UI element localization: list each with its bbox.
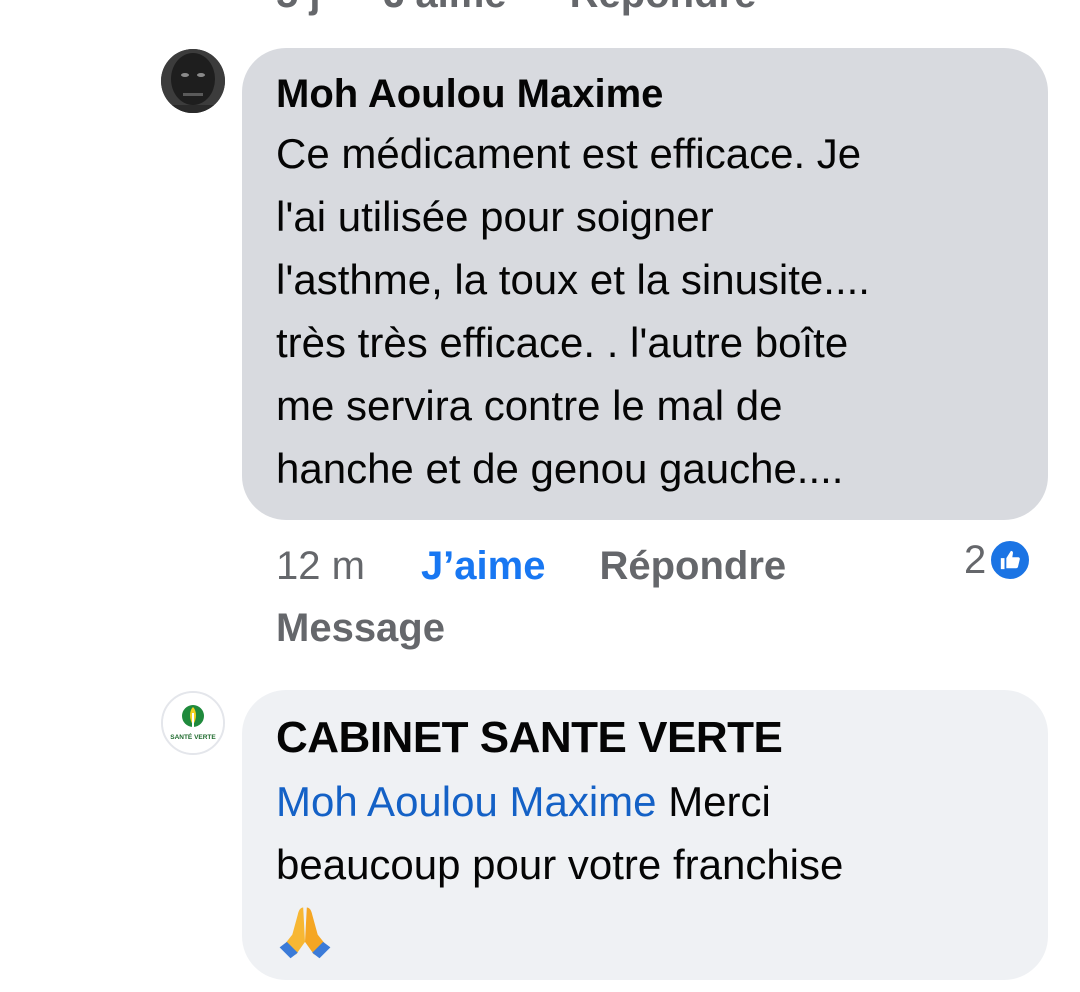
page-avatar[interactable]: SANTÉ VERTE: [161, 691, 225, 755]
logo-text: SANTÉ VERTE: [170, 732, 216, 741]
profile-photo: [161, 49, 225, 113]
previous-comment-time: 5 j: [276, 0, 320, 16]
reply-line-3: [276, 896, 1014, 960]
comment-bubble[interactable]: Moh Aoulou Maxime Ce médicament est effi…: [242, 48, 1048, 520]
comment-text: Ce médicament est efficace. Je l'ai util…: [276, 122, 1014, 500]
comment-line: hanche et de genou gauche....: [276, 445, 844, 492]
previous-comment-actions: 5 j J'aime Répondre: [276, 0, 808, 17]
comment-line: l'asthme, la toux et la sinusite....: [276, 256, 870, 303]
previous-reply-button[interactable]: Répondre: [570, 0, 757, 16]
comment-time[interactable]: 12 m: [276, 544, 365, 588]
reply-text: Moh Aoulou Maxime Merci beaucoup pour vo…: [276, 770, 1014, 960]
reply-bubble[interactable]: CABINET SANTE VERTE Moh Aoulou Maxime Me…: [242, 690, 1048, 980]
reply-line-1: Moh Aoulou Maxime Merci: [276, 770, 1014, 833]
reaction-summary[interactable]: 2: [964, 537, 1033, 582]
comment-line: me servira contre le mal de: [276, 382, 783, 429]
comment-line: Ce médicament est efficace. Je: [276, 130, 862, 177]
reply-button[interactable]: Répondre: [599, 544, 786, 588]
mention-link[interactable]: Moh Aoulou Maxime: [276, 778, 657, 825]
comment-line: très très efficace. . l'autre boîte: [276, 319, 849, 366]
avatar[interactable]: [161, 49, 225, 113]
like-button[interactable]: J’aime: [421, 544, 546, 588]
sante-verte-logo: SANTÉ VERTE: [163, 693, 223, 753]
comment-line: l'ai utilisée pour soigner: [276, 193, 714, 240]
folded-hands-emoji: [279, 907, 331, 959]
comment-actions: 12 m J’aime Répondre: [276, 540, 786, 592]
reply-text-after-mention: Merci: [656, 778, 771, 825]
previous-like-button[interactable]: J'aime: [384, 0, 507, 16]
comment-author[interactable]: Moh Aoulou Maxime: [276, 70, 1014, 118]
like-icon: [988, 538, 1033, 582]
reply-line-2: beaucoup pour votre franchise: [276, 841, 844, 888]
reply-author[interactable]: CABINET SANTE VERTE: [276, 714, 1014, 762]
message-button[interactable]: Message: [276, 602, 445, 654]
reaction-count: 2: [964, 537, 987, 582]
